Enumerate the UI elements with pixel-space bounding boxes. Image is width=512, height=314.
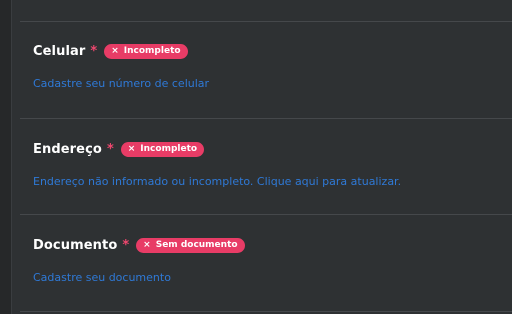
divider	[20, 118, 512, 119]
section-header: Celular * × Incompleto	[33, 42, 512, 60]
required-mark: *	[90, 43, 98, 59]
required-mark: *	[122, 237, 130, 253]
status-badge: × Incompleto	[104, 43, 188, 59]
section-endereco: Endereço * × Incompleto Endereço não inf…	[33, 140, 512, 189]
profile-status-panel: Celular * × Incompleto Cadastre seu núme…	[0, 0, 512, 314]
status-badge-label: Sem documento	[155, 240, 238, 250]
status-badge-label: Incompleto	[123, 46, 181, 56]
close-icon: ×	[127, 143, 136, 154]
required-mark: *	[106, 141, 114, 157]
close-icon: ×	[111, 45, 119, 56]
close-icon: ×	[143, 239, 151, 250]
status-badge: × Sem documento	[136, 237, 245, 253]
section-title: Documento	[33, 237, 118, 253]
register-phone-link[interactable]: Cadastre seu número de celular	[33, 77, 209, 90]
section-title: Endereço	[33, 141, 102, 157]
divider	[20, 311, 512, 312]
section-header: Documento * × Sem documento	[33, 236, 512, 254]
update-address-link[interactable]: Endereço não informado ou incompleto. Cl…	[33, 175, 401, 188]
divider	[20, 21, 512, 22]
section-title: Celular	[33, 43, 86, 59]
left-border	[0, 0, 12, 314]
register-document-link[interactable]: Cadastre seu documento	[33, 271, 171, 284]
section-celular: Celular * × Incompleto Cadastre seu núme…	[33, 42, 512, 91]
status-badge: × Incompleto	[120, 141, 205, 157]
section-header: Endereço * × Incompleto	[33, 140, 512, 158]
section-documento: Documento * × Sem documento Cadastre seu…	[33, 236, 512, 285]
status-badge-label: Incompleto	[140, 144, 198, 154]
divider	[20, 214, 512, 215]
